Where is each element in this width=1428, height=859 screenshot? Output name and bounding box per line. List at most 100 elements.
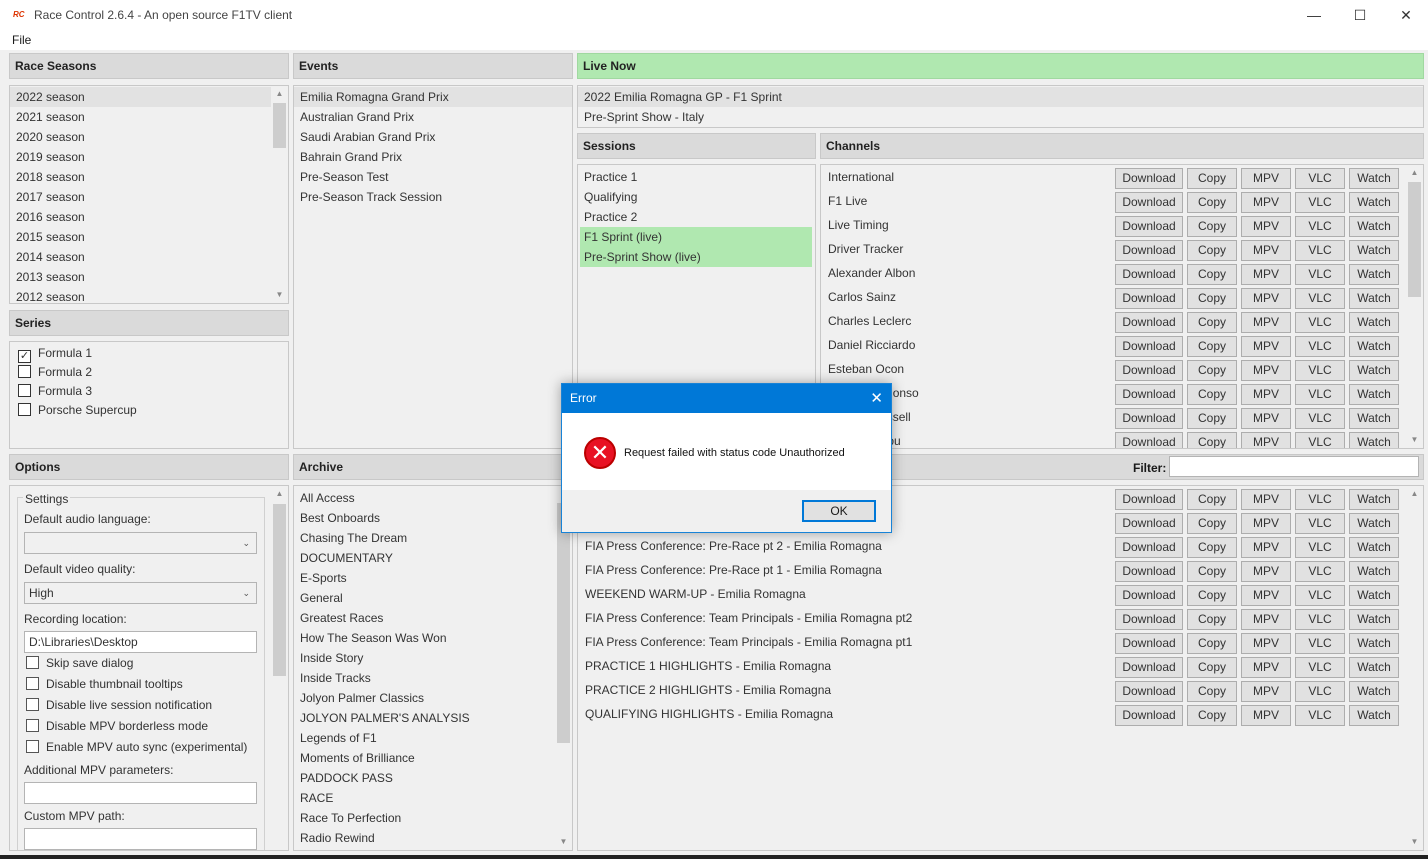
season-item[interactable]: 2018 season xyxy=(10,167,288,187)
mpv-button[interactable]: MPV xyxy=(1241,633,1291,654)
copy-button[interactable]: Copy xyxy=(1187,561,1237,582)
archive-item[interactable]: Jolyon Palmer Classics xyxy=(294,688,572,708)
scroll-up-icon[interactable]: ▲ xyxy=(271,486,288,502)
download-button[interactable]: Download xyxy=(1115,561,1183,582)
vlc-button[interactable]: VLC xyxy=(1295,360,1345,381)
event-item[interactable]: Australian Grand Prix xyxy=(294,107,572,127)
copy-button[interactable]: Copy xyxy=(1187,585,1237,606)
mpv-button[interactable]: MPV xyxy=(1241,312,1291,333)
seasons-scrollbar[interactable]: ▲ ▼ xyxy=(271,86,288,303)
mpv-button[interactable]: MPV xyxy=(1241,609,1291,630)
scroll-thumb[interactable] xyxy=(557,503,570,743)
season-item[interactable]: 2013 season xyxy=(10,267,288,287)
mpv-button[interactable]: MPV xyxy=(1241,432,1291,448)
session-item[interactable]: F1 Sprint (live) xyxy=(580,227,812,247)
download-button[interactable]: Download xyxy=(1115,408,1183,429)
copy-button[interactable]: Copy xyxy=(1187,681,1237,702)
mpv-button[interactable]: MPV xyxy=(1241,681,1291,702)
channels-list[interactable]: International Download Copy MPV VLC Watch F1 L… xyxy=(820,164,1424,449)
watch-button[interactable]: Watch xyxy=(1349,288,1399,309)
download-button[interactable]: Download xyxy=(1115,192,1183,213)
copy-button[interactable]: Copy xyxy=(1187,336,1237,357)
live-now-list[interactable]: 2022 Emilia Romagna GP - F1 Sprint Pre-Sp… xyxy=(577,85,1424,128)
watch-button[interactable]: Watch xyxy=(1349,336,1399,357)
download-button[interactable]: Download xyxy=(1115,384,1183,405)
archive-item[interactable]: Race To Perfection xyxy=(294,808,572,828)
watch-button[interactable]: Watch xyxy=(1349,537,1399,558)
watch-button[interactable]: Watch xyxy=(1349,384,1399,405)
mpv-button[interactable]: MPV xyxy=(1241,216,1291,237)
options-scrollbar[interactable]: ▲ xyxy=(271,486,288,850)
vlc-button[interactable]: VLC xyxy=(1295,537,1345,558)
copy-button[interactable]: Copy xyxy=(1187,657,1237,678)
event-item[interactable]: Bahrain Grand Prix xyxy=(294,147,572,167)
archive-item[interactable]: PADDOCK PASS xyxy=(294,768,572,788)
watch-button[interactable]: Watch xyxy=(1349,513,1399,534)
vlc-button[interactable]: VLC xyxy=(1295,264,1345,285)
download-button[interactable]: Download xyxy=(1115,585,1183,606)
mpv-button[interactable]: MPV xyxy=(1241,336,1291,357)
mpv-button[interactable]: MPV xyxy=(1241,408,1291,429)
season-item[interactable]: 2021 season xyxy=(10,107,288,127)
watch-button[interactable]: Watch xyxy=(1349,240,1399,261)
series-checkbox-row[interactable]: Porsche Supercup xyxy=(18,401,137,420)
copy-button[interactable]: Copy xyxy=(1187,609,1237,630)
scroll-thumb[interactable] xyxy=(273,103,286,148)
copy-button[interactable]: Copy xyxy=(1187,384,1237,405)
scroll-up-icon[interactable]: ▲ xyxy=(271,86,288,102)
series-checkbox-row[interactable]: ✓ Formula 1 xyxy=(18,344,92,363)
archive-item[interactable]: General xyxy=(294,588,572,608)
copy-button[interactable]: Copy xyxy=(1187,216,1237,237)
mpv-button[interactable]: MPV xyxy=(1241,168,1291,189)
checkbox[interactable] xyxy=(18,365,31,378)
watch-button[interactable]: Watch xyxy=(1349,360,1399,381)
checkbox[interactable] xyxy=(26,677,39,690)
copy-button[interactable]: Copy xyxy=(1187,633,1237,654)
watch-button[interactable]: Watch xyxy=(1349,489,1399,510)
close-button[interactable]: ✕ xyxy=(1383,0,1428,30)
mpv-button[interactable]: MPV xyxy=(1241,240,1291,261)
mpv-button[interactable]: MPV xyxy=(1241,264,1291,285)
session-item[interactable]: Pre-Sprint Show (live) xyxy=(580,247,812,267)
live-item[interactable]: Pre-Sprint Show - Italy xyxy=(578,107,1423,127)
download-button[interactable]: Download xyxy=(1115,336,1183,357)
watch-button[interactable]: Watch xyxy=(1349,633,1399,654)
copy-button[interactable]: Copy xyxy=(1187,513,1237,534)
archive-item[interactable]: Inside Story xyxy=(294,648,572,668)
scroll-up-icon[interactable]: ▲ xyxy=(1406,486,1423,502)
copy-button[interactable]: Copy xyxy=(1187,192,1237,213)
download-button[interactable]: Download xyxy=(1115,633,1183,654)
minimize-button[interactable]: — xyxy=(1291,0,1337,30)
scroll-down-icon[interactable]: ▼ xyxy=(1406,432,1423,448)
archive-item[interactable]: Inside Tracks xyxy=(294,668,572,688)
vlc-button[interactable]: VLC xyxy=(1295,585,1345,606)
watch-button[interactable]: Watch xyxy=(1349,585,1399,606)
download-button[interactable]: Download xyxy=(1115,609,1183,630)
download-button[interactable]: Download xyxy=(1115,312,1183,333)
session-item[interactable]: Qualifying xyxy=(580,187,812,207)
watch-button[interactable]: Watch xyxy=(1349,657,1399,678)
watch-button[interactable]: Watch xyxy=(1349,192,1399,213)
vlc-button[interactable]: VLC xyxy=(1295,609,1345,630)
mpv-button[interactable]: MPV xyxy=(1241,513,1291,534)
archive-item[interactable]: Chasing The Dream xyxy=(294,528,572,548)
season-item[interactable]: 2014 season xyxy=(10,247,288,267)
season-item[interactable]: 2017 season xyxy=(10,187,288,207)
archive-item[interactable]: JOLYON PALMER'S ANALYSIS xyxy=(294,708,572,728)
vlc-button[interactable]: VLC xyxy=(1295,432,1345,448)
mpv-button[interactable]: MPV xyxy=(1241,705,1291,726)
download-button[interactable]: Download xyxy=(1115,432,1183,448)
event-item[interactable]: Emilia Romagna Grand Prix xyxy=(294,87,572,107)
archive-list[interactable]: All Access Best Onboards Chasing The Dream… xyxy=(293,485,573,851)
vlc-button[interactable]: VLC xyxy=(1295,561,1345,582)
watch-button[interactable]: Watch xyxy=(1349,216,1399,237)
archive-item[interactable]: All Access xyxy=(294,488,572,508)
watch-button[interactable]: Watch xyxy=(1349,609,1399,630)
mpv-button[interactable]: MPV xyxy=(1241,384,1291,405)
mpv-button[interactable]: MPV xyxy=(1241,360,1291,381)
vlc-button[interactable]: VLC xyxy=(1295,288,1345,309)
checkbox[interactable]: ✓ xyxy=(18,350,31,363)
copy-button[interactable]: Copy xyxy=(1187,312,1237,333)
download-button[interactable]: Download xyxy=(1115,216,1183,237)
archive-item[interactable]: Best Onboards xyxy=(294,508,572,528)
